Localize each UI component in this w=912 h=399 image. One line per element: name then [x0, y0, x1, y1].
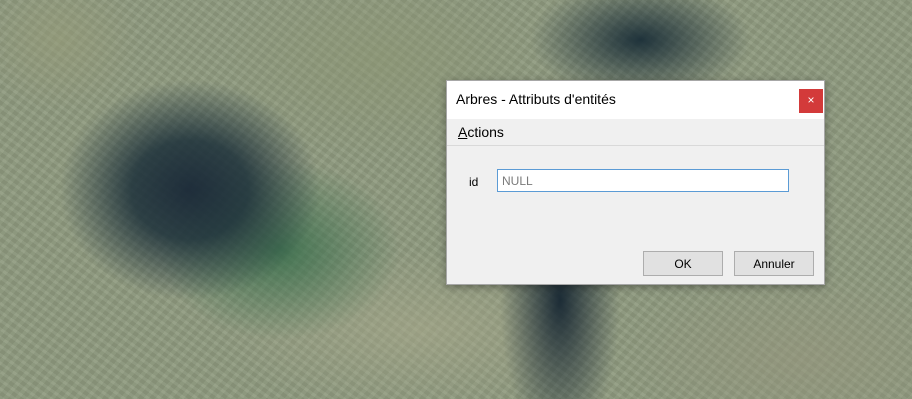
- dialog-title: Arbres - Attributs d'entités: [456, 91, 616, 107]
- close-button[interactable]: ×: [799, 89, 823, 113]
- menu-item-actions[interactable]: Actions: [458, 124, 504, 140]
- menu-item-actions-label: ctions: [467, 124, 504, 140]
- id-field-label: id: [469, 175, 479, 189]
- dialog-titlebar[interactable]: Arbres - Attributs d'entités ×: [447, 81, 824, 119]
- cancel-button[interactable]: Annuler: [734, 251, 814, 276]
- ok-button[interactable]: OK: [643, 251, 723, 276]
- dialog-menubar: Actions: [447, 119, 824, 146]
- close-icon: ×: [807, 93, 815, 107]
- menu-item-actions-mnemonic: A: [458, 124, 468, 140]
- feature-attributes-dialog: Arbres - Attributs d'entités × Actions i…: [446, 80, 825, 285]
- id-field[interactable]: [497, 169, 789, 192]
